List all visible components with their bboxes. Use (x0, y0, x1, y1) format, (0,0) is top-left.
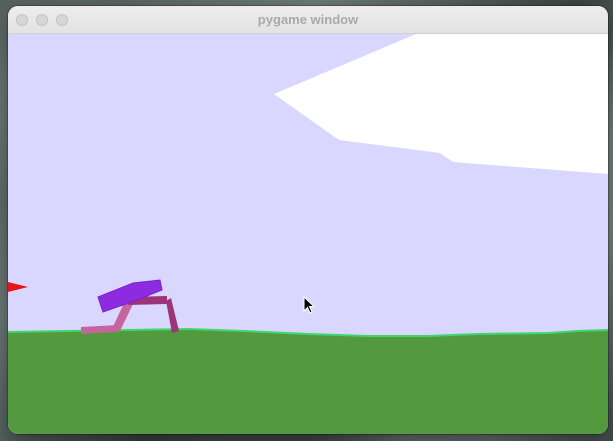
window-title: pygame window (257, 12, 359, 27)
title-bar[interactable]: pygame window (8, 6, 608, 34)
pygame-window[interactable]: pygame window (8, 6, 608, 434)
game-canvas[interactable] (8, 34, 608, 434)
terrain-ground (8, 329, 608, 434)
